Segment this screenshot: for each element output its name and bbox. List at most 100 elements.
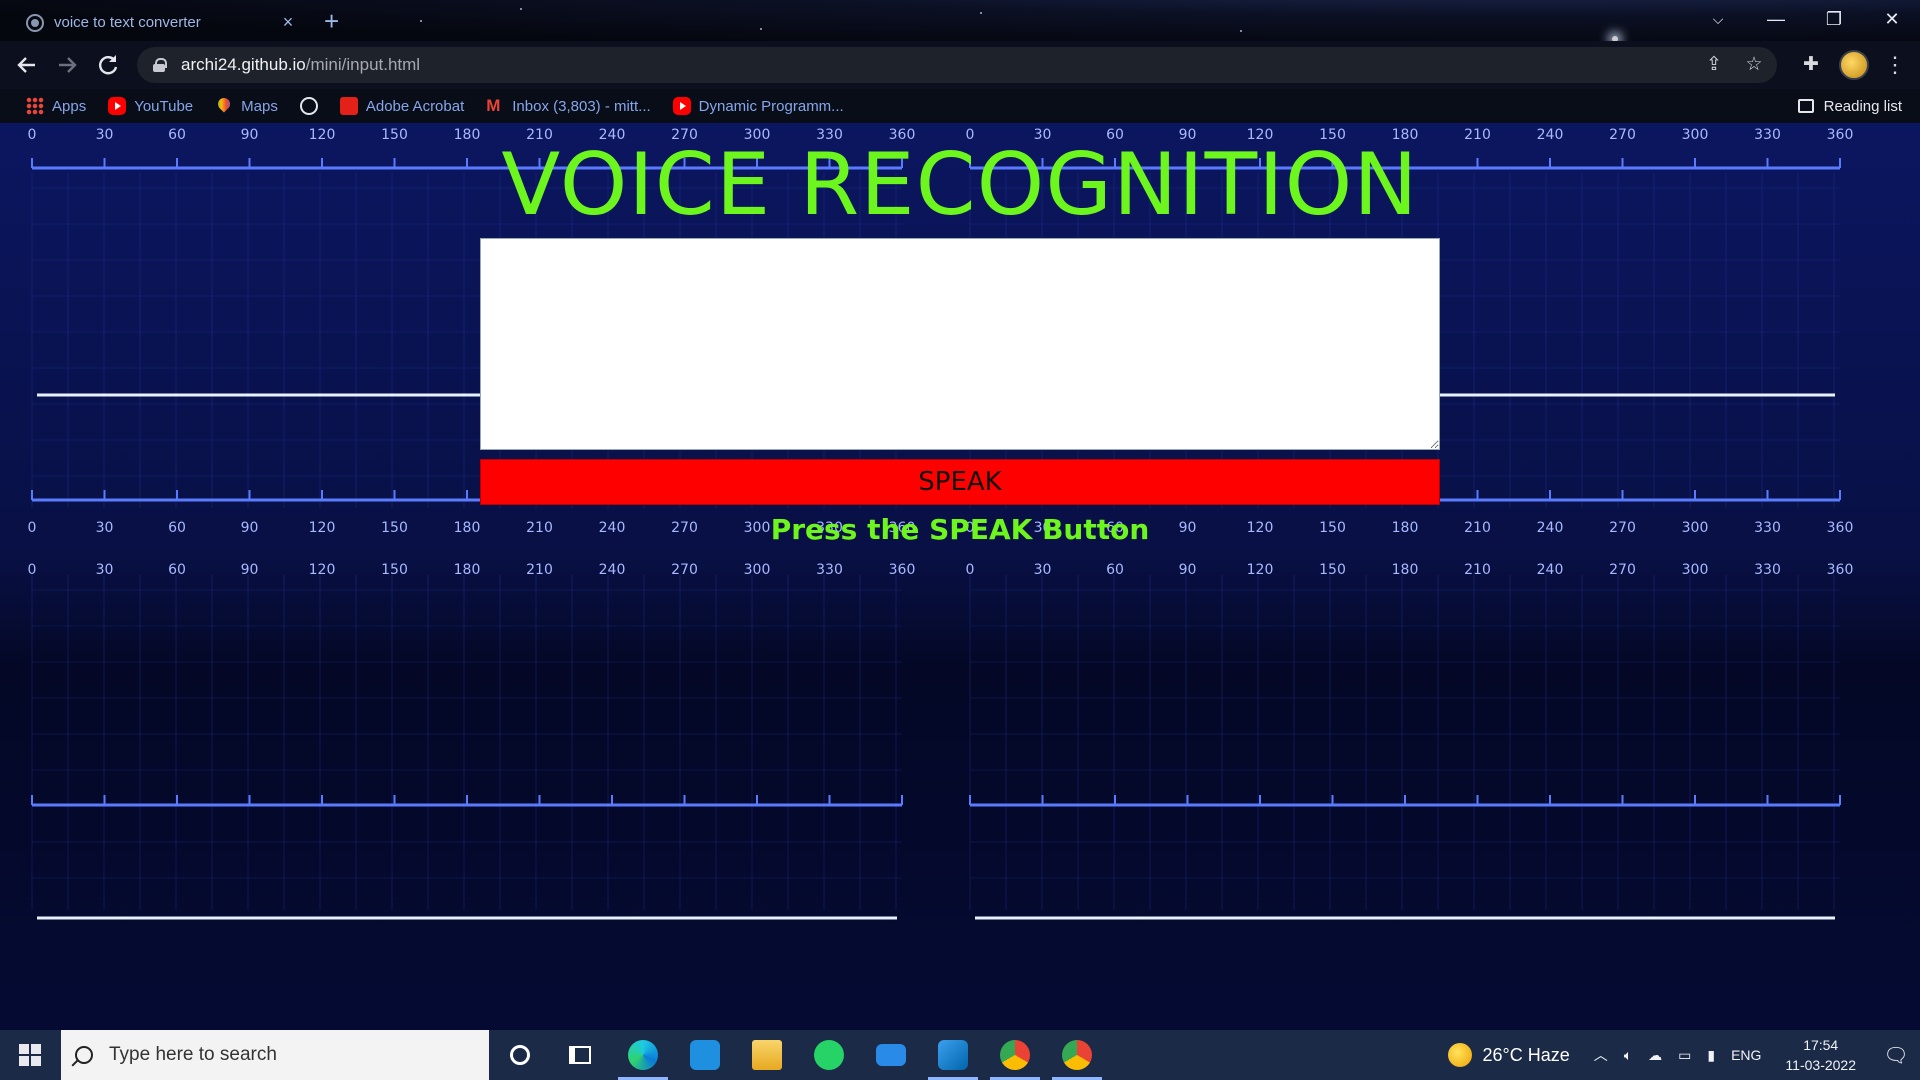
bookmark-star-icon[interactable]: ☆ xyxy=(1739,47,1769,83)
network-icon[interactable]: ▭ xyxy=(1670,1047,1699,1064)
ruler-tick-label: 0 xyxy=(28,562,37,578)
bookmark-adobe-acrobat[interactable]: Adobe Acrobat xyxy=(332,92,472,120)
language-indicator[interactable]: ENG xyxy=(1723,1047,1769,1063)
ruler-tick-label: 120 xyxy=(1247,562,1274,578)
reload-icon xyxy=(99,55,118,75)
new-tab-button[interactable]: + xyxy=(324,6,339,36)
browser-titlebar: voice to text converter × + ⌵ — ❐ ✕ xyxy=(0,0,1920,41)
clock-date: 11-03-2022 xyxy=(1785,1057,1856,1073)
globe-icon xyxy=(299,97,318,115)
bookmark-maps[interactable]: Maps xyxy=(207,92,286,120)
acrobat-icon xyxy=(339,97,358,115)
maps-icon xyxy=(215,97,233,115)
browser-tab[interactable]: voice to text converter × xyxy=(12,4,312,41)
speech-text-area[interactable] xyxy=(480,238,1440,450)
ruler-tick-label: 240 xyxy=(599,562,626,578)
chrome-icon[interactable] xyxy=(986,1030,1044,1080)
youtube-icon xyxy=(108,97,127,115)
extensions-puzzle-icon[interactable]: ✚ xyxy=(1796,47,1826,83)
ruler-tick-label: 210 xyxy=(526,562,553,578)
store-icon[interactable] xyxy=(676,1030,734,1080)
share-icon[interactable]: ⇪ xyxy=(1699,47,1729,83)
ruler-tick-label: 330 xyxy=(1754,562,1781,578)
address-bar[interactable]: archi24.github.io /mini/input.html ⇪ ☆ xyxy=(137,47,1777,83)
battery-icon[interactable]: ▮ xyxy=(1699,1047,1723,1064)
ruler-tick-label: 240 xyxy=(1537,562,1564,578)
notification-center-icon[interactable]: 🗨︎ xyxy=(1872,1030,1920,1080)
ruler-tick-label: 0 xyxy=(966,562,975,578)
task-view-icon[interactable] xyxy=(551,1030,609,1080)
bookmark-globe[interactable] xyxy=(292,92,326,120)
clock-time: 17:54 xyxy=(1803,1037,1839,1053)
ruler-tick-label: 300 xyxy=(1682,562,1709,578)
url-host: archi24.github.io xyxy=(181,55,306,74)
chrome-profile-icon[interactable] xyxy=(1048,1030,1106,1080)
bookmark-youtube[interactable]: YouTube xyxy=(100,92,201,120)
reading-list-icon xyxy=(1797,99,1814,113)
apps-icon xyxy=(26,97,44,115)
vscode-icon[interactable] xyxy=(924,1030,982,1080)
instruction-text: Press the SPEAK Button xyxy=(770,513,1150,546)
bookmark-label: Inbox (3,803) - mitt... xyxy=(512,97,651,115)
start-button[interactable] xyxy=(0,1030,60,1080)
bookmark-label: Dynamic Programm... xyxy=(698,97,844,115)
back-arrow-icon xyxy=(17,57,35,73)
ruler-tick-label: 270 xyxy=(1609,562,1636,578)
bookmark-label: YouTube xyxy=(134,97,194,115)
speak-button[interactable]: SPEAK xyxy=(480,459,1440,505)
ruler-tick-label: 330 xyxy=(816,562,843,578)
bookmark-label: Maps xyxy=(241,97,278,115)
search-placeholder: Type here to search xyxy=(109,1044,277,1065)
system-tray: 26°C Haze ︿ 🔈︎ ☁︎ ▭ ▮ ENG 17:54 11-03-20… xyxy=(1448,1030,1920,1080)
ruler-tick-label: 360 xyxy=(1827,562,1854,578)
reload-button[interactable] xyxy=(94,51,122,79)
windows-logo-icon xyxy=(19,1044,29,1054)
ruler-tick-label: 210 xyxy=(1464,562,1491,578)
youtube-icon xyxy=(672,97,691,115)
ruler-tick-label: 150 xyxy=(381,562,408,578)
close-window-button[interactable]: ✕ xyxy=(1864,0,1920,38)
file-explorer-icon[interactable] xyxy=(738,1030,796,1080)
minimize-button[interactable]: — xyxy=(1748,0,1804,38)
ruler-tick-label: 60 xyxy=(168,562,186,578)
reading-list-label: Reading list xyxy=(1823,97,1902,115)
chevron-up-icon[interactable]: ︿ xyxy=(1586,1045,1616,1065)
ruler-tick-label: 180 xyxy=(454,562,481,578)
cloud-icon[interactable]: ☁︎ xyxy=(1640,1047,1670,1064)
ruler-tick-label: 30 xyxy=(1034,562,1052,578)
ruler-tick-label: 90 xyxy=(241,562,259,578)
profile-avatar[interactable] xyxy=(1839,50,1869,80)
clock[interactable]: 17:54 11-03-2022 xyxy=(1769,1035,1872,1075)
ruler-tick-label: 300 xyxy=(744,562,771,578)
ruler-tick-label: 360 xyxy=(889,562,916,578)
speaker-icon[interactable]: 🔈︎ xyxy=(1616,1047,1640,1064)
bookmark-dynamic-programming[interactable]: Dynamic Programm... xyxy=(665,92,852,120)
bookmark-label: Adobe Acrobat xyxy=(365,97,465,115)
taskbar-search[interactable]: Type here to search xyxy=(61,1030,489,1080)
tab-title: voice to text converter xyxy=(54,14,201,31)
ruler-tick-label: 90 xyxy=(1179,562,1197,578)
restore-button[interactable]: ❐ xyxy=(1806,0,1862,38)
ruler-tick-label: 120 xyxy=(309,562,336,578)
ruler-tick-label: 30 xyxy=(96,562,114,578)
tab-close-button[interactable]: × xyxy=(278,12,298,33)
reading-list-button[interactable]: Reading list xyxy=(1797,89,1902,123)
weather-sun-icon xyxy=(1448,1043,1473,1067)
tab-search-button[interactable]: ⌵ xyxy=(1690,0,1746,38)
browser-menu-icon[interactable]: ⋮ xyxy=(1880,47,1910,83)
globe-icon xyxy=(26,13,44,32)
bookmark-label: Apps xyxy=(52,97,87,115)
cortana-icon[interactable] xyxy=(491,1030,549,1080)
bookmark-gmail-inbox[interactable]: Inbox (3,803) - mitt... xyxy=(478,92,658,120)
weather-widget[interactable]: 26°C Haze xyxy=(1448,1043,1585,1067)
ruler-tick-label: 60 xyxy=(1106,562,1124,578)
whatsapp-icon[interactable] xyxy=(800,1030,858,1080)
mail-icon[interactable] xyxy=(862,1030,920,1080)
back-button[interactable] xyxy=(13,51,41,79)
bookmark-apps[interactable]: Apps xyxy=(18,92,94,120)
forward-button[interactable] xyxy=(53,51,81,79)
edge-icon[interactable] xyxy=(614,1030,672,1080)
windows-taskbar: Type here to search 26°C Haze ︿ 🔈︎ ☁︎ ▭ xyxy=(0,1030,1920,1080)
ruler-tick-label: 150 xyxy=(1319,562,1346,578)
search-icon xyxy=(75,1046,93,1064)
